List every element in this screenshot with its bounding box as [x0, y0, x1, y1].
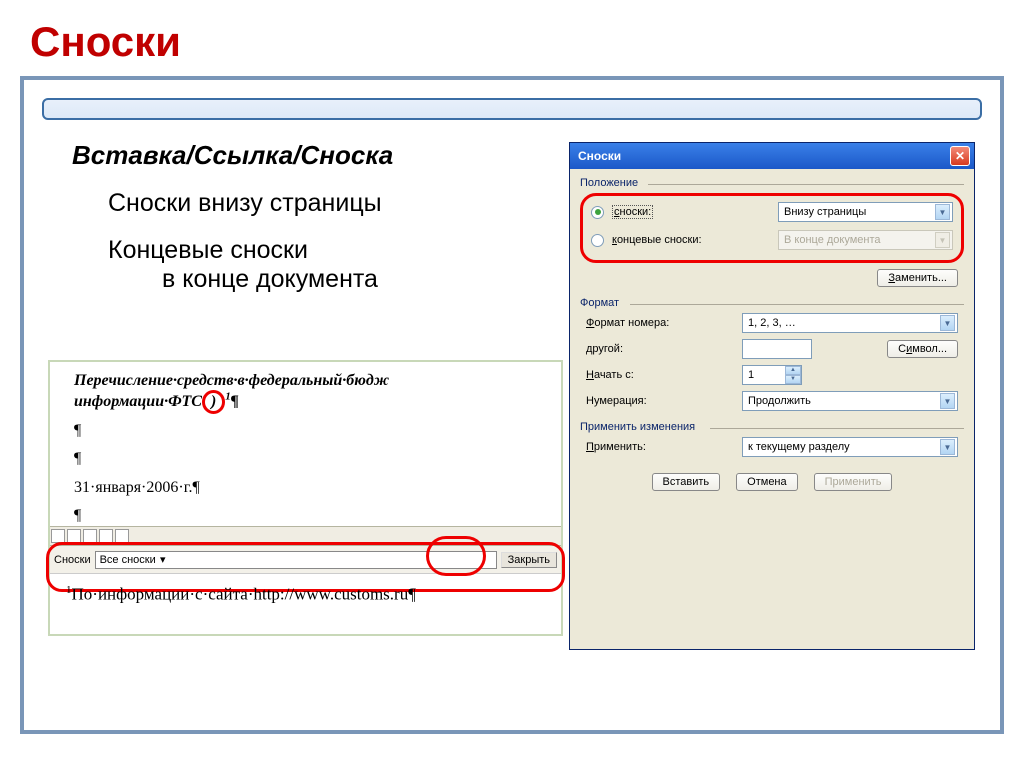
group-apply-label: Применить изменения: [580, 421, 964, 433]
footnote-text: 1По·информации·с·сайта·http://www.custom…: [66, 584, 416, 605]
spinner-down-icon[interactable]: ▼: [785, 375, 801, 384]
close-icon[interactable]: ✕: [950, 146, 970, 166]
apply-to-combo[interactable]: к текущему разделу ▼: [742, 437, 958, 457]
start-at-label: Начать с:: [586, 369, 734, 381]
footnotes-position-combo[interactable]: Внизу страницы ▼: [778, 202, 953, 222]
number-format-label: Формат номера:: [586, 317, 734, 329]
doc-bold-line: информации·ФТС)1¶: [74, 390, 537, 414]
paragraph-mark: ¶: [74, 505, 537, 527]
paragraph-mark: ¶: [74, 420, 537, 442]
chevron-down-icon: ▼: [935, 204, 950, 220]
chevron-down-icon: ▼: [940, 393, 955, 409]
footnote-bar-label: Сноски: [54, 554, 91, 566]
view-mode-icon[interactable]: [83, 529, 97, 543]
group-divider: [630, 304, 964, 305]
replace-button[interactable]: Заменить...: [877, 269, 958, 287]
number-format-combo[interactable]: 1, 2, 3, … ▼: [742, 313, 958, 333]
dialog-title: Сноски: [578, 149, 621, 163]
apply-to-label: Применить:: [586, 441, 734, 453]
slide-content: Вставка/Ссылка/Сноска Сноски внизу стран…: [20, 76, 1004, 734]
view-mode-icon[interactable]: [67, 529, 81, 543]
paragraph-mark: ¶: [74, 448, 537, 470]
view-mode-icon[interactable]: [51, 529, 65, 543]
cancel-button[interactable]: Отмена: [736, 473, 797, 491]
text-line: Концевые сноски: [108, 236, 562, 265]
group-divider: [648, 184, 964, 185]
footnote-bar: Сноски Все сноски▾ Закрыть: [50, 546, 561, 574]
highlight-circle-icon: ): [202, 390, 225, 414]
menu-path: Вставка/Ссылка/Сноска: [72, 140, 562, 171]
highlight-frame: сноски: Внизу страницы ▼ концевые сноски…: [580, 193, 964, 263]
text-line: Сноски внизу страницы: [108, 189, 562, 218]
explanation-text: Вставка/Ссылка/Сноска Сноски внизу стран…: [72, 140, 562, 294]
view-mode-icon[interactable]: [99, 529, 113, 543]
group-divider: [710, 428, 964, 429]
spinner-up-icon[interactable]: ▲: [785, 366, 801, 375]
close-footnotes-button[interactable]: Закрыть: [501, 552, 557, 568]
apply-button: Применить: [814, 473, 893, 491]
chevron-down-icon: ▾: [156, 553, 170, 566]
chevron-down-icon: ▼: [935, 232, 950, 248]
slide-title: Сноски: [0, 0, 1024, 76]
chevron-down-icon: ▼: [940, 439, 955, 455]
endnotes-position-combo: В конце документа ▼: [778, 230, 953, 250]
decorative-band: [42, 98, 982, 120]
other-symbol-label: другой:: [586, 343, 734, 355]
view-toolbar: [50, 526, 561, 546]
radio-footnotes-label: сноски:: [612, 206, 770, 218]
other-symbol-input[interactable]: [742, 339, 812, 359]
text-line: в конце документа: [162, 265, 562, 294]
radio-endnotes-label: концевые сноски:: [612, 234, 770, 246]
group-position-label: Положение: [580, 177, 964, 189]
document-preview: Перечисление·средств·в·федеральный·бюдж …: [48, 360, 563, 636]
group-format-label: Формат: [580, 297, 964, 309]
doc-date-line: 31·января·2006·г.¶: [74, 477, 537, 499]
numbering-label: Нумерация:: [586, 395, 734, 407]
symbol-button[interactable]: Символ...: [887, 340, 958, 358]
radio-endnotes[interactable]: [591, 234, 604, 247]
footnotes-dialog: Сноски ✕ Положение сноски: Внизу страниц…: [569, 142, 975, 650]
start-at-spinner[interactable]: 1 ▲▼: [742, 365, 802, 385]
numbering-combo[interactable]: Продолжить ▼: [742, 391, 958, 411]
footnote-select[interactable]: Все сноски▾: [95, 551, 497, 569]
radio-footnotes[interactable]: [591, 206, 604, 219]
doc-bold-line: Перечисление·средств·в·федеральный·бюдж: [74, 372, 537, 390]
chevron-down-icon: ▼: [940, 315, 955, 331]
view-mode-icon[interactable]: [115, 529, 129, 543]
insert-button[interactable]: Вставить: [652, 473, 721, 491]
dialog-titlebar[interactable]: Сноски ✕: [570, 143, 974, 169]
